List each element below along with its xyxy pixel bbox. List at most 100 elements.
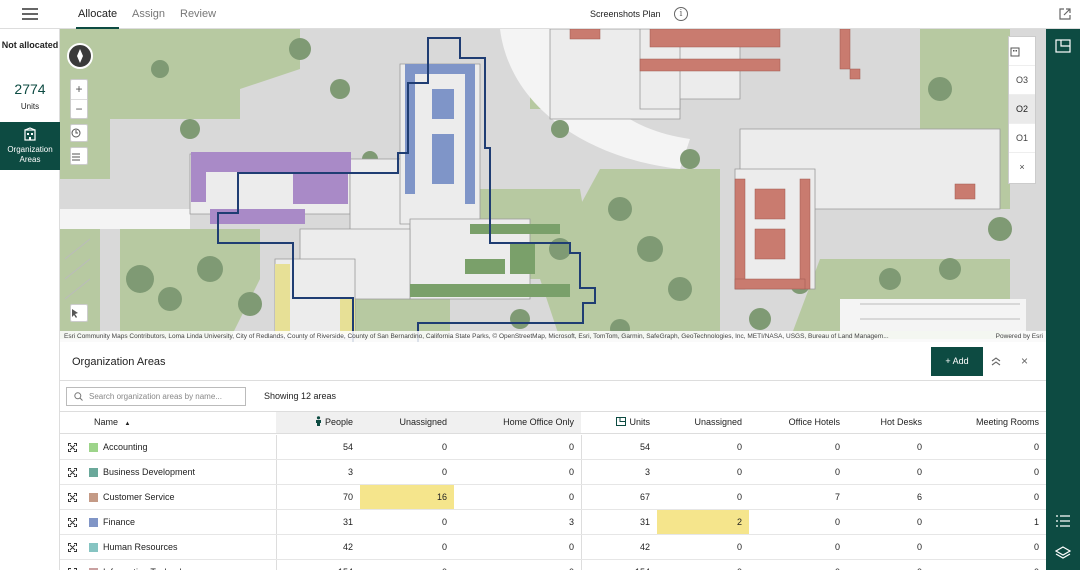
person-icon xyxy=(315,416,321,426)
zoom-to-area-icon[interactable] xyxy=(68,518,77,527)
tab-review[interactable]: Review xyxy=(180,0,216,29)
cell-home-office-only: 0 xyxy=(568,467,574,477)
tab-assign[interactable]: Assign xyxy=(132,0,165,29)
menu-icon[interactable] xyxy=(22,8,38,21)
zoom-out-button[interactable]: − xyxy=(71,100,87,119)
list-icon[interactable] xyxy=(1055,514,1071,528)
collapse-icon[interactable] xyxy=(990,356,1002,366)
not-allocated-count: 2774 xyxy=(14,81,46,97)
area-color-swatch xyxy=(89,468,98,477)
cell-units: 31 xyxy=(639,517,650,527)
showing-count: Showing 12 areas xyxy=(264,391,337,401)
table-row[interactable]: Information Technology154001540000 xyxy=(60,560,1046,570)
table-row[interactable]: Human Resources 42 0 0 42 0 0 0 0 xyxy=(60,535,1046,560)
cell-units: 54 xyxy=(639,442,650,452)
close-icon[interactable]: × xyxy=(1021,354,1028,368)
add-button[interactable]: + Add xyxy=(931,347,983,376)
area-name: Business Development xyxy=(103,467,196,477)
units-label: Units xyxy=(20,102,40,111)
table-row[interactable]: Business Development 3 0 0 3 0 0 0 0 xyxy=(60,460,1046,485)
tab-allocate[interactable]: Allocate xyxy=(75,0,120,29)
column-header-hot-desks[interactable]: Hot Desks xyxy=(847,412,929,433)
cell-office-hotels: 0 xyxy=(749,560,847,570)
column-header-office-hotels[interactable]: Office Hotels xyxy=(749,412,847,433)
cell-people: 31 xyxy=(342,517,353,527)
area-name: Human Resources xyxy=(103,542,178,552)
powered-by-link[interactable]: Powered by Esri xyxy=(996,331,1043,342)
cell-meeting-rooms: 0 xyxy=(1033,492,1039,502)
cell-home-office-only: 0 xyxy=(568,442,574,452)
not-allocated-label: Not allocated xyxy=(1,40,59,50)
home-button[interactable] xyxy=(70,124,88,142)
column-header-people[interactable]: People xyxy=(276,412,360,433)
column-divider xyxy=(276,435,277,459)
layers-icon[interactable] xyxy=(1055,546,1071,560)
zoom-to-area-icon[interactable] xyxy=(68,543,77,552)
zoom-to-area-icon[interactable] xyxy=(68,468,77,477)
cell-hot-desks: 0 xyxy=(847,560,929,570)
column-header-home-office-only[interactable]: Home Office Only xyxy=(454,412,581,433)
sort-ascending-icon: ▲ xyxy=(124,421,131,427)
cell-units-unassigned: 0 xyxy=(736,467,742,477)
cell-hot-desks: 6 xyxy=(916,492,922,502)
map-canvas[interactable] xyxy=(60,29,1046,342)
cell-people-unassigned: 0 xyxy=(360,560,454,570)
table-row[interactable]: Customer Service 70 16 0 67 0 7 6 0 xyxy=(60,485,1046,510)
area-color-swatch xyxy=(89,543,98,552)
external-link-icon[interactable] xyxy=(1059,8,1071,20)
floor-plan-icon[interactable] xyxy=(1055,39,1071,53)
floor-o2[interactable]: O2 xyxy=(1009,95,1035,124)
compass-icon[interactable] xyxy=(67,43,93,69)
cell-units: 67 xyxy=(639,492,650,502)
area-color-swatch xyxy=(89,493,98,502)
cell-people-unassigned: 0 xyxy=(441,467,447,477)
panel-divider xyxy=(60,380,1046,381)
floor-o3[interactable]: O3 xyxy=(1009,66,1035,95)
select-tool-button[interactable] xyxy=(70,304,88,322)
column-divider xyxy=(276,485,277,509)
cell-units-unassigned: 2 xyxy=(657,510,749,534)
cell-meeting-rooms: 0 xyxy=(929,560,1046,570)
floor-o1[interactable]: O1 xyxy=(1009,124,1035,153)
search-input[interactable]: Search organization areas by name... xyxy=(66,387,246,406)
cell-office-hotels: 7 xyxy=(834,492,840,502)
unit-icon xyxy=(616,417,627,426)
plan-title: Screenshots Plan xyxy=(590,9,661,19)
floor-plan-map[interactable]: + − O3 O2 O1 × Esri Community Maps Contr… xyxy=(60,29,1046,342)
cell-people: 70 xyxy=(342,492,353,502)
cell-hot-desks: 0 xyxy=(916,467,922,477)
floor-filter-icon xyxy=(72,153,80,161)
column-divider xyxy=(581,460,582,484)
cell-units: 42 xyxy=(639,542,650,552)
column-header-people-unassigned[interactable]: Unassigned xyxy=(360,412,454,433)
zoom-controls: + − xyxy=(70,79,88,119)
cell-office-hotels: 0 xyxy=(834,442,840,452)
floor-close-button[interactable]: × xyxy=(1009,153,1035,182)
cell-office-hotels: 0 xyxy=(834,517,840,527)
top-bar: Allocate Assign Review Screenshots Plan … xyxy=(0,0,1080,29)
left-rail: Not allocated 2774 Units Organization Ar… xyxy=(0,29,60,570)
table-row[interactable]: Finance 31 0 3 31 2 0 0 1 xyxy=(60,510,1046,535)
search-icon xyxy=(74,392,83,401)
info-icon[interactable]: i xyxy=(674,7,688,21)
cell-units-unassigned: 0 xyxy=(736,492,742,502)
cell-home-office-only: 0 xyxy=(454,560,581,570)
layers-toggle-button[interactable] xyxy=(70,147,88,165)
area-color-swatch xyxy=(89,443,98,452)
column-divider xyxy=(581,485,582,509)
column-header-units-unassigned[interactable]: Unassigned xyxy=(657,412,749,433)
column-divider xyxy=(276,535,277,559)
table-row[interactable]: Accounting 54 0 0 54 0 0 0 0 xyxy=(60,435,1046,460)
column-header-units[interactable]: Units xyxy=(581,412,657,433)
column-header-name[interactable]: Name ▲ xyxy=(60,412,276,433)
zoom-to-area-icon[interactable] xyxy=(68,493,77,502)
cell-hot-desks: 0 xyxy=(916,517,922,527)
search-placeholder: Search organization areas by name... xyxy=(89,392,222,401)
building-floors-button[interactable] xyxy=(1009,37,1035,66)
area-name: Information Technology xyxy=(103,560,273,570)
zoom-to-area-icon[interactable] xyxy=(68,443,77,452)
organization-areas-button[interactable]: Organization Areas xyxy=(0,122,60,170)
organization-areas-label: Organization Areas xyxy=(7,145,53,164)
zoom-in-button[interactable]: + xyxy=(71,80,87,100)
column-header-meeting-rooms[interactable]: Meeting Rooms xyxy=(929,412,1046,433)
